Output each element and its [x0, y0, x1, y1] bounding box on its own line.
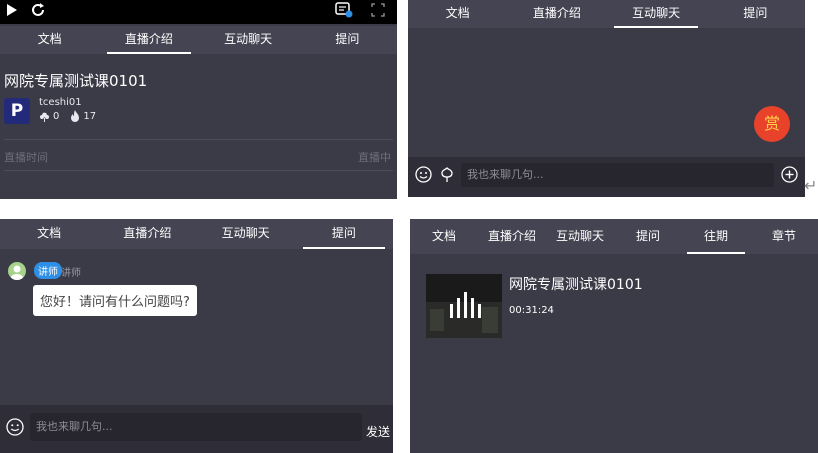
- tab-docs[interactable]: 文档: [410, 219, 478, 254]
- user-icon: [11, 265, 23, 280]
- question-input-bar: 我也来聊几句... 发送: [0, 405, 393, 453]
- tab-questions[interactable]: 提问: [706, 0, 805, 28]
- tab-live-intro[interactable]: 直播介绍: [507, 0, 606, 28]
- danmaku-icon[interactable]: [335, 2, 353, 18]
- chat-panel: 文档 直播介绍 互动聊天 提问 赏 我也来聊几句...: [408, 0, 805, 197]
- emoji-icon[interactable]: [6, 418, 24, 436]
- play-icon[interactable]: [6, 3, 18, 17]
- tab-docs[interactable]: 文档: [0, 219, 98, 249]
- tab-bar: 文档 直播介绍 互动聊天 提问: [0, 219, 393, 249]
- player-control-bar: [0, 0, 397, 24]
- tab-bar: 文档 直播介绍 互动聊天 提问: [0, 26, 397, 54]
- stats-row: 0 17: [39, 110, 96, 122]
- divider: [4, 170, 393, 171]
- tab-chat[interactable]: 互动聊天: [199, 26, 298, 54]
- fullscreen-icon[interactable]: [371, 3, 385, 17]
- tab-chapters[interactable]: 章节: [750, 219, 818, 254]
- chat-input-bar: 我也来聊几句...: [408, 157, 805, 197]
- plus-circle-icon[interactable]: [781, 166, 798, 183]
- refresh-icon[interactable]: [30, 2, 46, 18]
- video-title[interactable]: 网院专属测试课0101: [509, 274, 643, 294]
- audio-wave-icon: [426, 292, 502, 338]
- tab-live-intro[interactable]: 直播介绍: [478, 219, 546, 254]
- tab-docs[interactable]: 文档: [0, 26, 99, 54]
- course-title: 网院专属测试课0101: [4, 72, 148, 90]
- tab-past[interactable]: 往期: [682, 219, 750, 254]
- emoji-icon[interactable]: [415, 166, 432, 183]
- flower-icon: [40, 112, 49, 122]
- chat-input[interactable]: 我也来聊几句...: [461, 163, 774, 187]
- tab-questions[interactable]: 提问: [295, 219, 393, 249]
- tab-chat[interactable]: 互动聊天: [546, 219, 614, 254]
- video-duration: 00:31:24: [509, 305, 554, 316]
- video-thumbnail[interactable]: [426, 274, 502, 338]
- teacher-name: tceshi01: [39, 97, 82, 108]
- sender-name: 讲师: [61, 268, 81, 279]
- live-intro-panel: 文档 直播介绍 互动聊天 提问 网院专属测试课0101 P tceshi01 0…: [0, 0, 397, 199]
- tab-questions[interactable]: 提问: [298, 26, 397, 54]
- tab-docs[interactable]: 文档: [408, 0, 507, 28]
- tab-questions[interactable]: 提问: [614, 219, 682, 254]
- like-count: 0: [53, 110, 60, 122]
- questions-panel: 文档 直播介绍 互动聊天 提问 讲师 讲师 您好！请问有什么问题吗? 我也来聊几…: [0, 219, 393, 453]
- message-bubble: 您好！请问有什么问题吗?: [33, 285, 197, 316]
- avatar: [8, 262, 26, 280]
- divider: [4, 139, 393, 140]
- send-button[interactable]: 发送: [366, 423, 390, 440]
- tab-live-intro[interactable]: 直播介绍: [98, 219, 196, 249]
- live-status: 直播中: [358, 151, 391, 164]
- live-time-label: 直播时间: [4, 151, 48, 164]
- flame-icon: [71, 110, 80, 122]
- tab-chat[interactable]: 互动聊天: [197, 219, 295, 249]
- tab-live-intro[interactable]: 直播介绍: [99, 26, 198, 54]
- return-glyph: ↵: [804, 176, 818, 195]
- question-input[interactable]: 我也来聊几句...: [30, 413, 362, 441]
- popularity-count: 17: [83, 110, 97, 122]
- role-badge: 讲师: [34, 262, 62, 279]
- tab-chat[interactable]: 互动聊天: [607, 0, 706, 28]
- replay-panel: 文档 直播介绍 互动聊天 提问 往期 章节 网院专属测试课0101 00:31:…: [410, 219, 818, 453]
- tab-bar: 文档 直播介绍 互动聊天 提问 往期 章节: [410, 219, 818, 254]
- tab-bar: 文档 直播介绍 互动聊天 提问: [408, 0, 805, 28]
- teacher-avatar: P: [4, 98, 30, 124]
- flower-gift-icon[interactable]: [439, 166, 455, 183]
- reward-button[interactable]: 赏: [754, 106, 790, 142]
